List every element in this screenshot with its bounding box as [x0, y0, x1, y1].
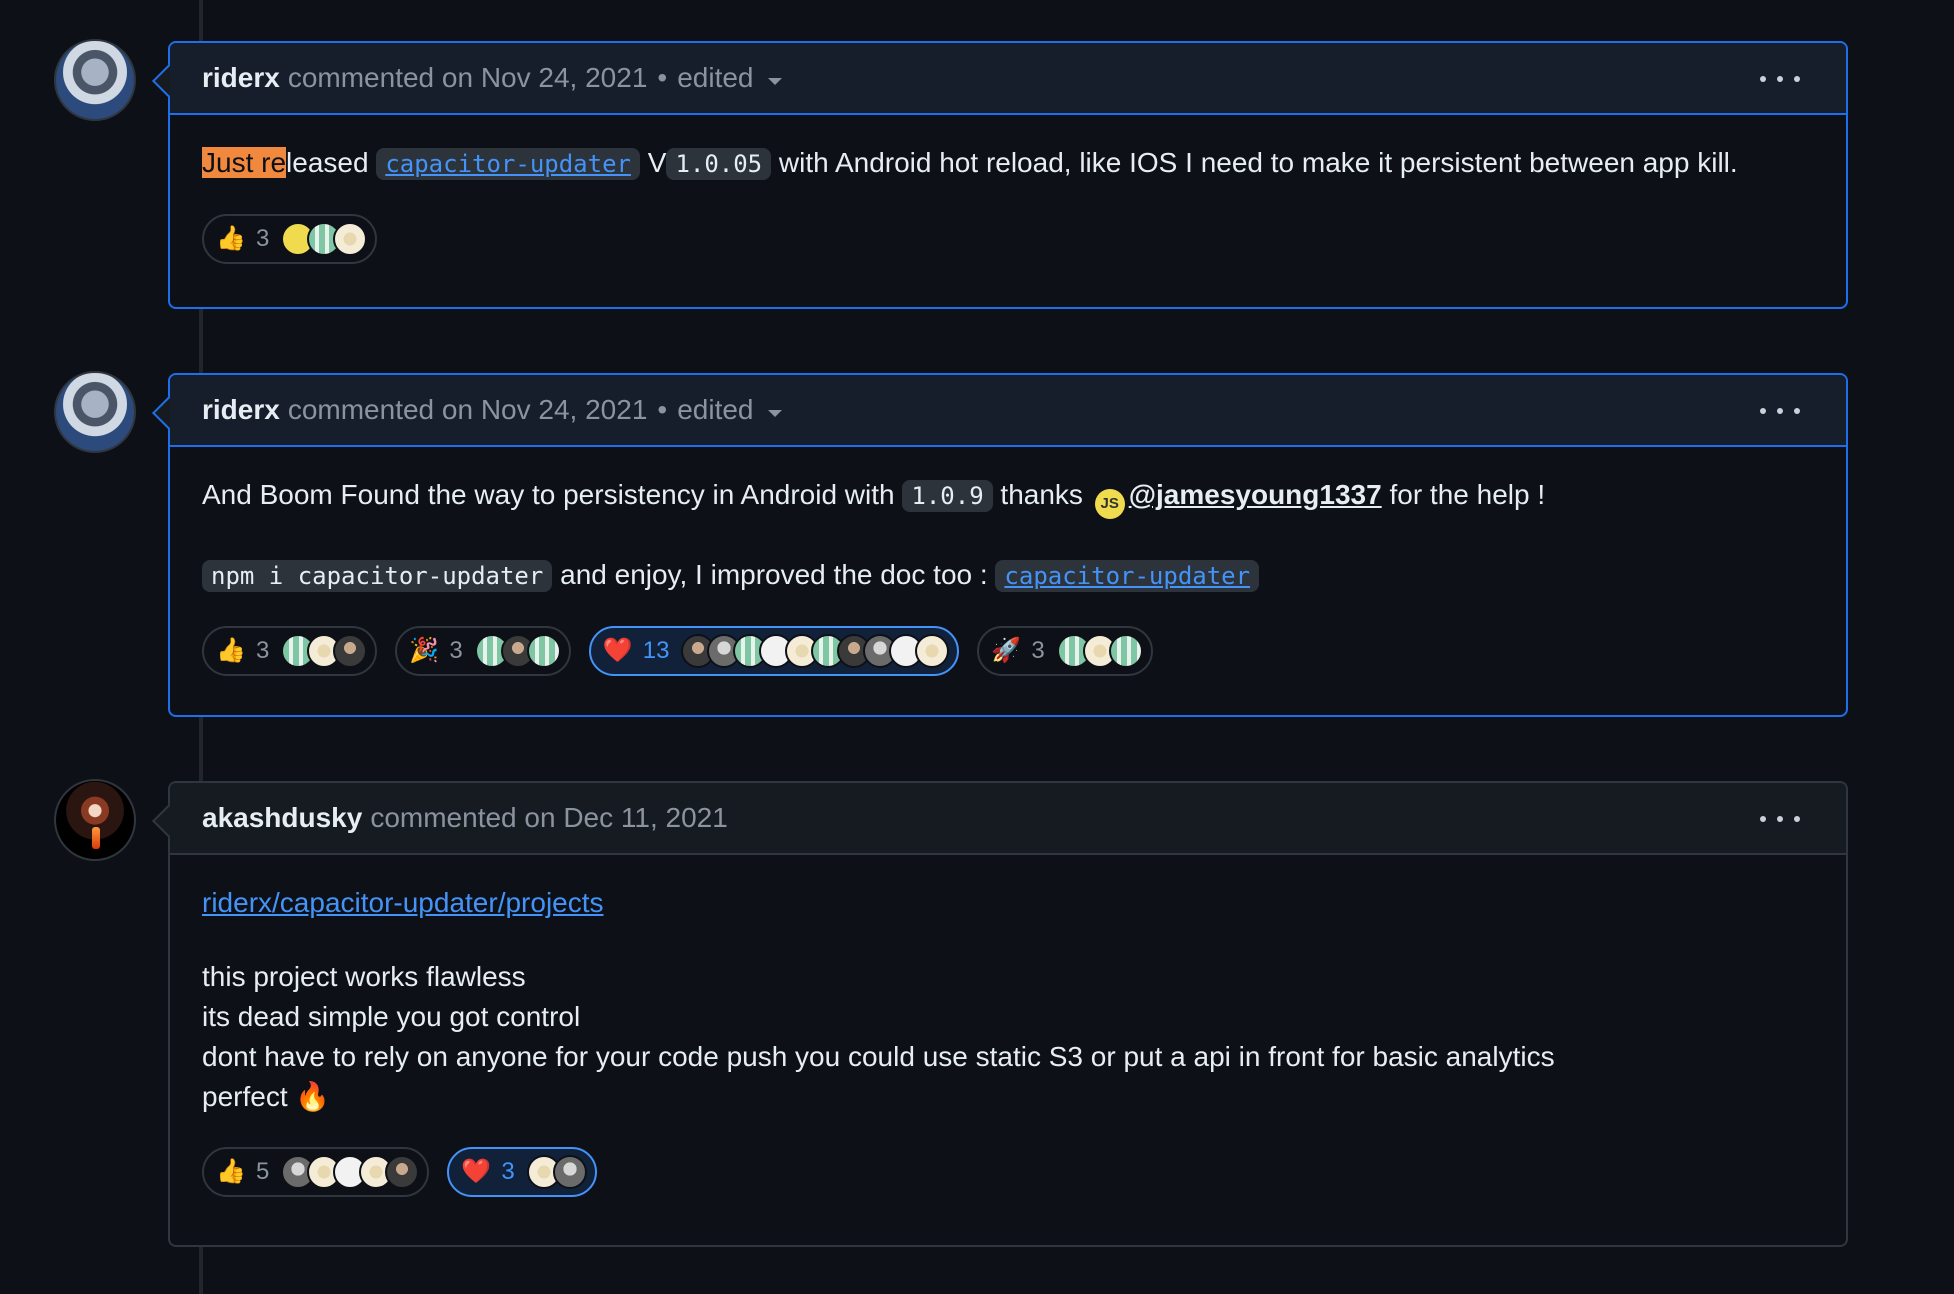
comment-body: riderx/capacitor-updater/projects this p… — [170, 855, 1846, 1225]
code-link[interactable]: capacitor-updater — [995, 560, 1260, 592]
comment-header: akashdusky commented on Dec 11, 2021 — [170, 783, 1846, 855]
comment-text: Just released capacitor-updater V 1.0.05 … — [202, 147, 1738, 180]
reaction-hooray[interactable]: 🎉 3 — [395, 626, 571, 676]
comment-body: And Boom Found the way to persistency in… — [170, 447, 1846, 704]
user-avatar-icon: JS — [1094, 489, 1125, 519]
reactor-avatars — [281, 222, 368, 256]
reaction-thumbs-up[interactable]: 👍 5 — [202, 1147, 430, 1197]
reactions-bar: 👍 5 ❤️ 3 — [202, 1147, 1814, 1197]
comment-text: perfect 🔥 — [202, 1081, 331, 1112]
comment-text: its dead simple you got control — [202, 1001, 581, 1032]
edited-label[interactable]: edited — [677, 62, 753, 94]
comment-author[interactable]: riderx — [202, 394, 280, 426]
inline-code: 1.0.9 — [902, 480, 993, 512]
triangle-down-icon[interactable] — [767, 77, 782, 85]
comment-card: riderx commented on Nov 24, 2021 • edite… — [168, 373, 1848, 717]
heart-icon: ❤️ — [602, 637, 633, 664]
comment-text: dont have to rely on anyone for your cod… — [202, 1041, 1555, 1072]
comment-text: riderx/capacitor-updater/projects — [202, 883, 1814, 923]
thumbs-up-icon: 👍 — [216, 637, 246, 664]
kebab-horizontal-icon[interactable] — [1760, 65, 1800, 93]
reaction-thumbs-up[interactable]: 👍 3 — [202, 626, 378, 676]
project-link[interactable]: riderx/capacitor-updater/projects — [202, 887, 604, 918]
comment-card: riderx commented on Nov 24, 2021 • edite… — [168, 41, 1848, 309]
avatar — [333, 222, 368, 256]
reactor-avatars — [281, 1155, 420, 1189]
reaction-count: 3 — [256, 637, 270, 664]
inline-code: npm i capacitor-updater — [202, 560, 553, 592]
separator-dot: • — [657, 394, 668, 425]
avatar — [915, 634, 950, 668]
avatar-akashdusky[interactable] — [54, 779, 136, 861]
reaction-count: 13 — [642, 637, 670, 664]
reaction-count: 3 — [449, 637, 463, 664]
reactions-bar: 👍 3 🎉 3 ❤️ 13 🚀 3 — [202, 626, 1814, 676]
triangle-down-icon[interactable] — [767, 409, 782, 417]
code-link[interactable]: capacitor-updater — [376, 148, 640, 180]
reactor-avatars — [1056, 634, 1143, 668]
reaction-heart[interactable]: ❤️ 3 — [447, 1147, 597, 1197]
search-highlight: Just re — [202, 147, 287, 178]
reactor-avatars — [474, 634, 561, 668]
reaction-count: 3 — [256, 225, 270, 252]
reaction-count: 3 — [1031, 637, 1045, 664]
rocket-icon: 🚀 — [991, 637, 1022, 664]
comment-card: akashdusky commented on Dec 11, 2021 rid… — [168, 781, 1848, 1247]
party-popper-icon: 🎉 — [409, 637, 440, 664]
comment-header: riderx commented on Nov 24, 2021 • edite… — [170, 43, 1846, 115]
comment-text: And Boom Found the way to persistency in… — [202, 475, 1814, 519]
reactor-avatars — [281, 634, 368, 668]
comment-timestamp[interactable]: commented on Nov 24, 2021 — [288, 394, 648, 426]
comment-body: Just released capacitor-updater V 1.0.05 … — [170, 115, 1846, 292]
reactor-avatars — [526, 1155, 587, 1189]
reaction-count: 5 — [256, 1158, 270, 1185]
comment-author[interactable]: riderx — [202, 62, 280, 94]
comment-text: this project works flawless — [202, 961, 526, 992]
edited-label[interactable]: edited — [677, 394, 753, 426]
avatar — [526, 634, 561, 668]
thumbs-up-icon: 👍 — [216, 225, 246, 252]
avatar — [385, 1155, 420, 1189]
comment-timestamp[interactable]: commented on Dec 11, 2021 — [370, 802, 727, 834]
avatar-riderx[interactable] — [54, 371, 136, 453]
comment-timestamp[interactable]: commented on Nov 24, 2021 — [288, 62, 648, 94]
avatar — [552, 1155, 587, 1189]
separator-dot: • — [657, 62, 668, 93]
user-mention-link[interactable]: @jamesyoung1337 — [1129, 479, 1382, 510]
kebab-horizontal-icon[interactable] — [1760, 397, 1800, 425]
avatar — [1108, 634, 1143, 668]
reaction-thumbs-up[interactable]: 👍 3 — [202, 214, 378, 264]
avatar — [333, 634, 368, 668]
thumbs-up-icon: 👍 — [216, 1158, 246, 1185]
reactions-bar: 👍 3 — [202, 214, 1814, 264]
kebab-horizontal-icon[interactable] — [1760, 805, 1800, 833]
reaction-rocket[interactable]: 🚀 3 — [977, 626, 1153, 676]
reactor-avatars — [681, 634, 950, 668]
avatar-riderx[interactable] — [54, 39, 136, 121]
comment-header: riderx commented on Nov 24, 2021 • edite… — [170, 375, 1846, 447]
reaction-count: 3 — [501, 1158, 515, 1185]
comment-text: npm i capacitor-updater and enjoy, I imp… — [202, 555, 1814, 596]
heart-icon: ❤️ — [461, 1158, 492, 1185]
inline-code: 1.0.05 — [666, 148, 772, 180]
reaction-heart[interactable]: ❤️ 13 — [588, 626, 960, 676]
comment-author[interactable]: akashdusky — [202, 802, 362, 834]
